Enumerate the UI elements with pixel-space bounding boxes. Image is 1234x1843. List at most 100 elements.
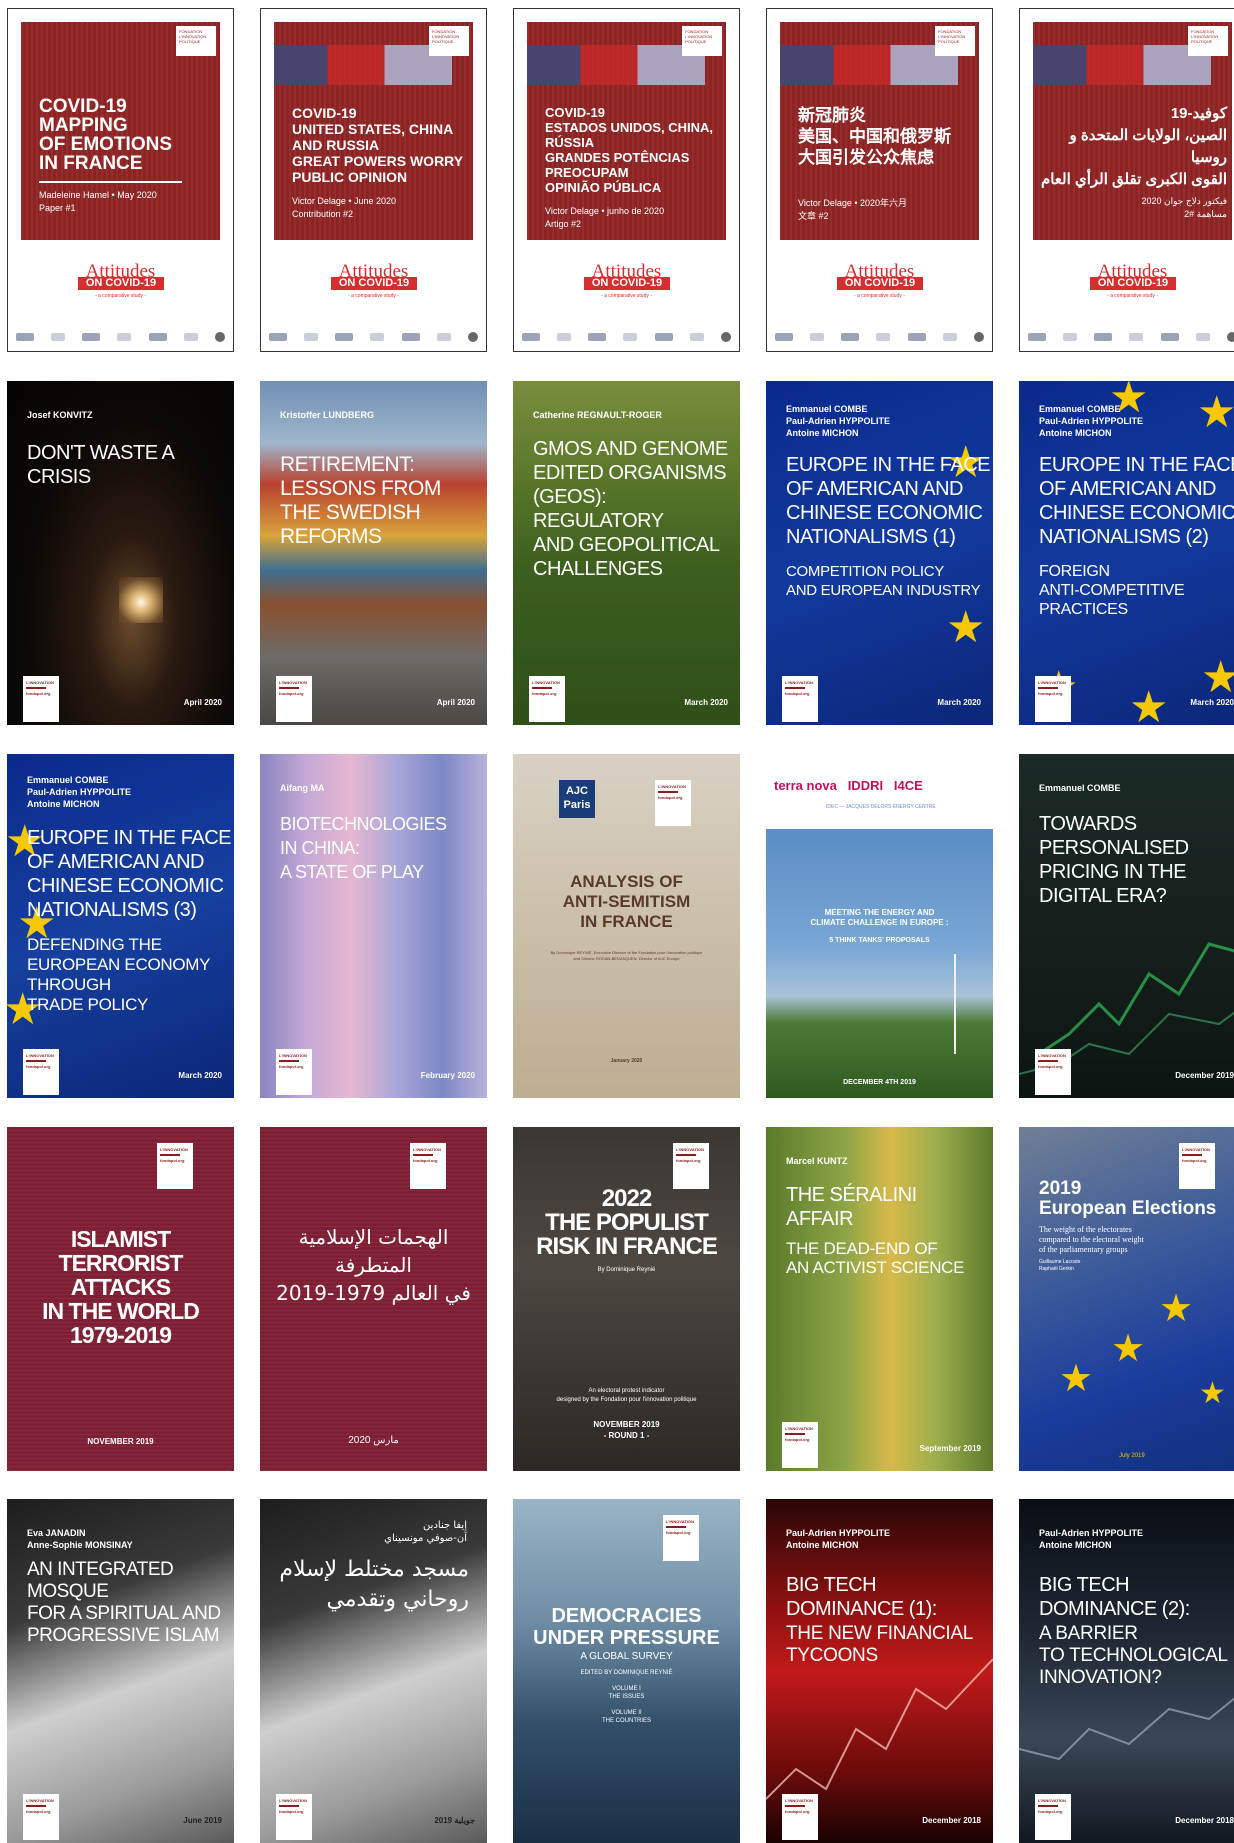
badge-text: fondapol.org xyxy=(26,1064,51,1069)
fondapol-badge: L'INNOVATION fondapol.org xyxy=(782,1794,818,1840)
fondapol-badge: L'INNOVATION fondapol.org xyxy=(276,676,312,722)
badge-divider xyxy=(785,1433,805,1435)
cover-authors: إيفا جنادين آن-صوفي مونسيناي xyxy=(384,1520,467,1544)
cover-covid-1[interactable]: FONDATION L'INNOVATION POLITIQUE COVID-19 … xyxy=(7,8,234,352)
badge-text: fondapol.org xyxy=(1038,1064,1063,1069)
cover-biotechnologies-china[interactable]: Aifang MA BIOTECHNOLOGIES IN CHINA: A ST… xyxy=(260,754,487,1098)
fondapol-badge: L'INNOVATION fondapol.org xyxy=(673,1143,709,1189)
badge-text: fondapol.org xyxy=(1038,691,1063,696)
partner-logo-icon xyxy=(335,333,354,341)
badge-text: L'INNOVATION xyxy=(532,680,560,685)
cover-title: DEMOCRACIES UNDER PRESSURE xyxy=(533,1605,720,1649)
comparative-label: - a comparative study - xyxy=(95,293,146,299)
badge-text: L'INNOVATION xyxy=(26,1053,54,1058)
partner-logo-icon xyxy=(1160,333,1179,341)
badge-divider xyxy=(160,1154,180,1156)
badge-divider xyxy=(26,687,46,689)
cover-title: 2019 European Elections xyxy=(1039,1178,1217,1219)
cover-islamist-attacks-arabic[interactable]: L'INNOVATION fondapol.org الهجمات الإسلام… xyxy=(260,1127,487,1471)
cover-big-tech-1[interactable]: Paul-Adrien HYPPOLITE Antoine MICHON BIG… xyxy=(766,1499,993,1843)
wind-turbine-icon xyxy=(954,954,956,1054)
cover-subtitle: THE NEW FINANCIAL TYCOONS xyxy=(786,1623,974,1666)
badge-text: fondapol.org xyxy=(785,691,810,696)
cover-meta: فيكتور دلاج جوان 2020 مساهمة #2 xyxy=(1141,196,1227,219)
eu-star-icon: ★ xyxy=(1059,1358,1094,1400)
cover-democracies-under-pressure[interactable]: L'INNOVATION fondapol.org DEMOCRACIES UND… xyxy=(513,1499,740,1843)
partner-logo-icon xyxy=(557,333,572,341)
badge-text: L'INNOVATION xyxy=(279,680,307,685)
badge-divider xyxy=(1038,1060,1058,1062)
divider xyxy=(39,181,182,183)
cover-date: December 2018 xyxy=(1175,1816,1234,1825)
cover-europe-nationalisms-3[interactable]: ★ ★ ★ Emmanuel COMBE Paul-Adrien HYPPOLI… xyxy=(7,754,234,1098)
cover-big-tech-2[interactable]: Paul-Adrien HYPPOLITE Antoine MICHON BIG… xyxy=(1019,1499,1234,1843)
cover-covid-4[interactable]: FONDATION L'INNOVATION POLITIQUE 新冠肺炎 美国、中… xyxy=(766,8,993,352)
ajc-logo: AJC Paris xyxy=(559,780,595,818)
badge-divider xyxy=(785,687,805,689)
badge-text: L'INNOVATION xyxy=(1182,1147,1210,1152)
afd-logo-icon xyxy=(16,333,34,341)
cover-title: MEETING THE ENERGY AND CLIMATE CHALLENGE… xyxy=(810,908,949,927)
cover-volumes: EDITED BY DOMINIQUE REYNIÉ VOLUME I THE … xyxy=(580,1670,673,1724)
cover-title: BIG TECH DOMINANCE (2): xyxy=(1039,1574,1190,1620)
eu-star-icon: ★ xyxy=(1199,1377,1226,1410)
cover-gmos[interactable]: Catherine REGNAULT-ROGER GMOS AND GENOME… xyxy=(513,381,740,725)
cover-europe-nationalisms-1[interactable]: ★ ★ Emmanuel COMBE Paul-Adrien HYPPOLITE… xyxy=(766,381,993,725)
cover-title: ISLAMIST TERRORIST ATTACKS IN THE WORLD … xyxy=(42,1226,200,1348)
badge-text: fondapol.org xyxy=(1182,1158,1207,1163)
partner-logo-icon xyxy=(588,333,607,341)
cover-date: April 2020 xyxy=(183,698,222,707)
cover-integrated-mosque[interactable]: Eva JANADIN Anne-Sophie MONSINAY AN INTE… xyxy=(7,1499,234,1843)
fondapol-badge: L'INNOVATION fondapol.org xyxy=(529,676,565,722)
partner-logos: terra nova IDDRI I4CE xyxy=(774,778,923,793)
cover-authors: Emmanuel COMBE Paul-Adrien HYPPOLITE Ant… xyxy=(786,404,891,438)
eu-star-icon: ★ xyxy=(1159,1288,1194,1330)
cover-european-elections-2019[interactable]: ★ ★ ★ ★ L'INNOVATION fondapol.org 2019 Eu… xyxy=(1019,1127,1234,1471)
badge-text: fondapol.org xyxy=(785,1809,810,1814)
cover-authors: Catherine REGNAULT-ROGER xyxy=(533,410,662,420)
cover-islamist-attacks[interactable]: L'INNOVATION fondapol.org ISLAMIST TERROR… xyxy=(7,1127,234,1471)
badge-divider xyxy=(785,1805,805,1807)
partner-logos xyxy=(775,331,984,343)
cover-anti-semitism-france[interactable]: AJC Paris L'INNOVATION fondapol.org ANALY… xyxy=(513,754,740,1098)
cover-date: NOVEMBER 2019 xyxy=(87,1437,154,1446)
fondapol-badge: L'INNOVATION fondapol.org xyxy=(1035,1049,1071,1095)
cover-date: April 2020 xyxy=(436,698,475,707)
cover-authors: Eva JANADIN Anne-Sophie MONSINAY xyxy=(27,1528,133,1550)
cover-energy-climate-challenge[interactable]: terra nova IDDRI I4CE IDEC — JACQUES DEL… xyxy=(766,754,993,1098)
cover-seralini-affair[interactable]: Marcel KUNTZ THE SÉRALINI AFFAIR THE DEA… xyxy=(766,1127,993,1471)
seal-icon xyxy=(214,332,225,342)
cover-covid-5[interactable]: FONDATION L'INNOVATION POLITIQUE كوفيد-19 … xyxy=(1019,8,1234,352)
partner-logo-icon xyxy=(82,333,101,341)
flags-image xyxy=(780,45,958,85)
cover-subtitle: THE DEAD-END OF AN ACTIVIST SCIENCE xyxy=(786,1239,965,1277)
cover-covid-2[interactable]: FONDATION L'INNOVATION POLITIQUE COVID-19 … xyxy=(260,8,487,352)
cover-dont-waste-a-crisis[interactable]: Josef KONVITZ DON'T WASTE A CRISIS L'INN… xyxy=(7,381,234,725)
cover-title: COVID-19 MAPPING OF EMOTIONS IN FRANCE xyxy=(39,96,172,174)
cover-subtitle: By Dominique REYNIÉ, Executive Director … xyxy=(550,950,703,961)
cover-meta: Victor Delage • June 2020 Contribution #… xyxy=(292,196,397,219)
cover-date: 2020 مارس xyxy=(348,1435,399,1446)
cover-date: September 2019 xyxy=(919,1444,981,1453)
cover-retirement[interactable]: Kristoffer LUNDBERG RETIREMENT: LESSONS … xyxy=(260,381,487,725)
cover-covid-3[interactable]: FONDATION L'INNOVATION POLITIQUE COVID-19 … xyxy=(513,8,740,352)
badge-text: L'INNOVATION xyxy=(279,1053,307,1058)
cover-title: BIG TECH DOMINANCE (1): xyxy=(786,1574,937,1620)
cover-populist-risk-2022[interactable]: L'INNOVATION fondapol.org 2022 THE POPULI… xyxy=(513,1127,740,1471)
comparative-label: - a comparative study - xyxy=(348,293,399,299)
eu-star-icon: ★ xyxy=(1129,683,1169,726)
partner-logo-icon xyxy=(907,333,926,341)
partner-logo-icon xyxy=(1129,333,1144,341)
cover-authors: Emmanuel COMBE xyxy=(1039,783,1121,793)
badge-text: fondapol.org xyxy=(160,1158,185,1163)
cover-title: COVID-19 ESTADOS UNIDOS, CHINA, RÚSSIA G… xyxy=(545,105,714,195)
cover-subtitle: FOREIGN ANTI-COMPETITIVE PRACTICES xyxy=(1039,563,1185,618)
badge-text: fondapol.org xyxy=(26,1809,51,1814)
cover-integrated-mosque-arabic[interactable]: إيفا جنادين آن-صوفي مونسيناي مسجد مختلط … xyxy=(260,1499,487,1843)
fondapol-badge: L'INNOVATION fondapol.org xyxy=(157,1143,193,1189)
partner-logo-icon xyxy=(623,333,638,341)
cover-personalised-pricing[interactable]: Emmanuel COMBE TOWARDS PERSONALISED PRIC… xyxy=(1019,754,1234,1098)
badge-divider xyxy=(1182,1154,1202,1156)
cover-subtitle: COMPETITION POLICY AND EUROPEAN INDUSTRY xyxy=(786,563,981,599)
cover-europe-nationalisms-2[interactable]: ★ ★ ★ ★ ★ Emmanuel COMBE Paul-Adrien HYP… xyxy=(1019,381,1234,725)
